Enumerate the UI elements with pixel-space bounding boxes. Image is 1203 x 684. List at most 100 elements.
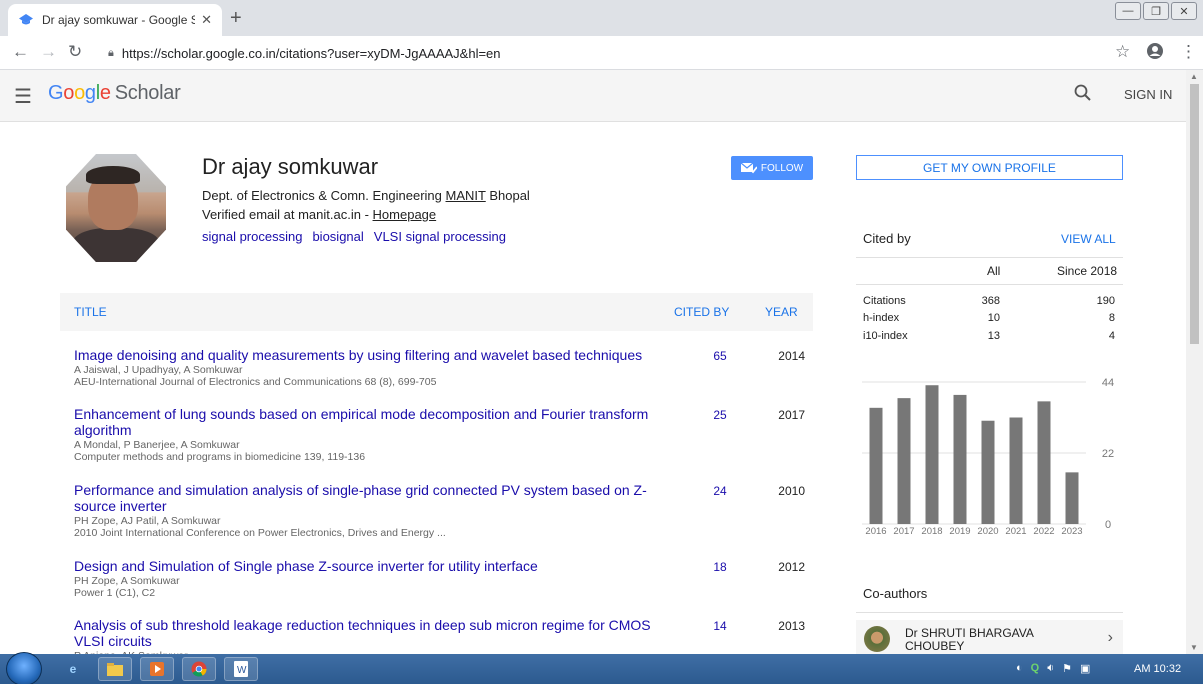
column-year-sort[interactable]: YEAR: [765, 305, 798, 319]
display-icon[interactable]: ▣: [1080, 662, 1090, 675]
coauthors-heading: Co-authors: [863, 586, 928, 601]
publication-year: 2014: [778, 349, 805, 363]
browser-tabstrip: Dr ajay somkuwar - Google Scho ✕ + — ❐ ✕: [0, 0, 1203, 36]
homepage-link[interactable]: Homepage: [373, 207, 437, 222]
forward-icon[interactable]: →: [40, 42, 57, 62]
start-button[interactable]: [6, 652, 42, 684]
chart-bar[interactable]: [1009, 417, 1023, 525]
chart-bar[interactable]: [925, 385, 939, 524]
publication-title-link[interactable]: Image denoising and quality measurements…: [74, 347, 664, 363]
column-cited-by-sort[interactable]: CITED BY: [674, 305, 729, 319]
cited-by-count-link[interactable]: 65: [700, 349, 740, 363]
chart-x-tick-label: 2020: [977, 526, 998, 537]
view-all-link[interactable]: VIEW ALL: [1061, 232, 1116, 246]
cited-by-count-link[interactable]: 25: [700, 408, 740, 422]
url-text: https://scholar.google.co.in/citations?u…: [121, 45, 501, 61]
get-my-own-profile-button[interactable]: GET MY OWN PROFILE: [856, 155, 1123, 180]
sign-in-link[interactable]: SIGN IN: [1124, 87, 1172, 102]
chart-x-tick-label: 2019: [949, 526, 970, 537]
quick-heal-icon[interactable]: Q: [1031, 662, 1040, 675]
chart-bar[interactable]: [953, 394, 967, 524]
divider: [856, 612, 1123, 613]
profile-interests: signal processing biosignal VLSI signal …: [202, 229, 506, 244]
flag-icon[interactable]: ⚑: [1062, 662, 1072, 675]
taskbar-clock[interactable]: AM 10:32: [1134, 663, 1181, 675]
stats-column-since: Since 2018: [1057, 264, 1118, 278]
publication-venue: Power 1 (C1), C2: [74, 587, 156, 599]
file-explorer-icon[interactable]: [98, 657, 132, 681]
scroll-up-icon[interactable]: ▲: [1190, 72, 1198, 81]
publication-authors: A Jaiswal, J Upadhyay, A Somkuwar: [74, 364, 243, 376]
back-icon[interactable]: ←: [12, 42, 29, 62]
word-icon[interactable]: W: [224, 657, 258, 681]
chart-x-tick-label: 2016: [865, 526, 886, 537]
cited-by-count-link[interactable]: 24: [700, 484, 740, 498]
new-tab-icon[interactable]: +: [230, 8, 242, 28]
media-player-icon[interactable]: [140, 657, 174, 681]
scrollbar-thumb[interactable]: [1190, 84, 1199, 344]
address-bar[interactable]: 🔒︎ https://scholar.google.co.in/citation…: [100, 40, 1110, 66]
account-icon[interactable]: [1146, 42, 1164, 65]
scroll-down-icon[interactable]: ▼: [1190, 643, 1198, 652]
volume-icon[interactable]: 🔉︎: [1047, 662, 1054, 675]
chart-bar[interactable]: [1037, 401, 1051, 524]
chart-bar[interactable]: [1065, 472, 1079, 524]
chrome-icon[interactable]: [182, 657, 216, 681]
menu-kebab-icon[interactable]: ⋮: [1180, 42, 1197, 62]
stat-label: h-index: [863, 312, 900, 324]
publication-year: 2010: [778, 484, 805, 498]
minimize-icon[interactable]: —: [1115, 2, 1141, 20]
page-scrollbar[interactable]: ▲ ▼: [1186, 70, 1203, 654]
stat-all: 10: [987, 312, 1000, 324]
chevron-right-icon: ›: [1107, 629, 1113, 646]
publication-venue: AEU-International Journal of Electronics…: [74, 376, 437, 388]
publication-title-link[interactable]: Design and Simulation of Single phase Z-…: [74, 558, 664, 574]
maximize-icon[interactable]: ❐: [1143, 2, 1169, 20]
divider: [856, 257, 1123, 258]
publication-year: 2012: [778, 560, 805, 574]
chart-bar[interactable]: [981, 420, 995, 524]
chart-bar[interactable]: [897, 398, 911, 524]
tab-close-icon[interactable]: ✕: [201, 12, 212, 28]
interest-link[interactable]: biosignal: [312, 229, 363, 244]
column-title-sort[interactable]: TITLE: [74, 305, 107, 319]
windows-taskbar: e W ◐ Q 🔉︎ ⚑ ▣ AM 10:32: [0, 652, 1203, 684]
publication-title-link[interactable]: Enhancement of lung sounds based on empi…: [74, 406, 664, 438]
search-icon[interactable]: [1074, 84, 1094, 104]
publication-year: 2013: [778, 619, 805, 633]
reload-icon[interactable]: ↻: [68, 42, 82, 62]
network-icon[interactable]: ◐: [1016, 662, 1023, 675]
publication-authors: PH Zope, A Somkuwar: [74, 575, 180, 587]
browser-toolbar: ← → ↻ 🔒︎ https://scholar.google.co.in/ci…: [0, 36, 1203, 70]
interest-link[interactable]: VLSI signal processing: [374, 229, 506, 244]
coauthor-item[interactable]: Dr SHRUTI BHARGAVA CHOUBEY ›: [856, 620, 1123, 656]
publication-title-link[interactable]: Analysis of sub threshold leakage reduct…: [74, 617, 664, 649]
citations-bar-chart: 0 22 44 2016 2017 2018 2019 2020 2021 2022 2023: [862, 377, 1114, 537]
stat-all: 13: [987, 330, 1000, 342]
chart-bar[interactable]: [869, 407, 883, 524]
divider: [856, 284, 1123, 285]
publication-venue: Computer methods and programs in biomedi…: [74, 451, 366, 463]
publication-year: 2017: [778, 408, 805, 422]
google-scholar-logo[interactable]: Google Scholar: [48, 82, 181, 105]
internet-explorer-icon[interactable]: e: [56, 657, 90, 681]
chart-x-tick-label: 2022: [1033, 526, 1054, 537]
browser-tab[interactable]: Dr ajay somkuwar - Google Scho ✕: [8, 4, 222, 36]
bookmark-star-icon[interactable]: ☆: [1115, 42, 1130, 62]
publication-title-link[interactable]: Performance and simulation analysis of s…: [74, 482, 664, 514]
cited-by-count-link[interactable]: 18: [700, 560, 740, 574]
affiliation-link[interactable]: MANIT: [446, 188, 486, 203]
window-close-icon[interactable]: ✕: [1171, 2, 1197, 20]
stat-since: 190: [1096, 295, 1115, 307]
chart-y-tick-label: 22: [1102, 448, 1114, 460]
interest-link[interactable]: signal processing: [202, 229, 302, 244]
scholar-favicon-icon: [18, 12, 34, 28]
publication-venue: 2010 Joint International Conference on P…: [74, 527, 446, 539]
follow-button[interactable]: FOLLOW: [731, 156, 813, 180]
lock-icon: 🔒︎: [108, 46, 114, 59]
profile-name: Dr ajay somkuwar: [202, 154, 379, 179]
profile-email: Verified email at manit.ac.in - Homepage: [202, 207, 437, 222]
cited-by-count-link[interactable]: 14: [700, 619, 740, 633]
hamburger-menu-icon[interactable]: ☰: [14, 84, 32, 109]
chart-x-tick-label: 2017: [893, 526, 914, 537]
